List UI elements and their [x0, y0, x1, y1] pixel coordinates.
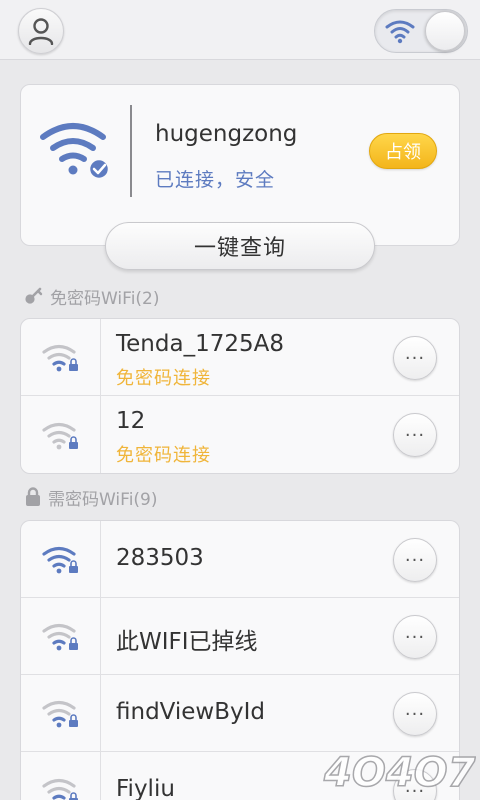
wifi-icon — [385, 20, 415, 44]
wifi-ssid: findViewById — [116, 699, 266, 725]
occupy-button[interactable]: 占领 — [369, 133, 437, 169]
wifi-toggle[interactable] — [374, 9, 468, 53]
more-options-button[interactable]: ··· — [393, 413, 437, 457]
list-item[interactable]: 12 免密码连接 ··· — [21, 396, 459, 473]
more-options-button[interactable]: ··· — [393, 538, 437, 582]
wifi-ssid: Fiyliu — [116, 776, 175, 800]
wifi-signal-icon — [41, 700, 78, 728]
top-bar — [0, 0, 480, 60]
wifi-ssid: 12 — [116, 408, 146, 434]
wifi-ssid: 283503 — [116, 545, 204, 571]
wifi-signal-icon — [41, 623, 78, 651]
wifi-ssid: 此WIFI已掉线 — [116, 629, 258, 655]
free-wifi-section-title: 免密码WiFi(2) — [50, 288, 160, 309]
card-divider — [130, 105, 132, 197]
wifi-subtitle: 免密码连接 — [116, 368, 211, 389]
more-options-button[interactable]: ··· — [393, 336, 437, 380]
wifi-connected-icon — [40, 123, 111, 181]
list-item[interactable]: 283503 ··· — [21, 521, 459, 598]
more-options-button[interactable]: ··· — [393, 692, 437, 736]
wifi-subtitle: 免密码连接 — [116, 445, 211, 466]
user-icon — [28, 18, 54, 45]
more-options-button[interactable]: ··· — [393, 615, 437, 659]
toggle-knob[interactable] — [425, 11, 465, 51]
watermark-text: 4O4O7.com — [323, 750, 476, 796]
locked-wifi-section-title: 需密码WiFi(9) — [48, 489, 158, 510]
user-profile-button[interactable] — [18, 8, 64, 54]
wifi-signal-icon — [41, 344, 78, 372]
list-item[interactable]: Tenda_1725A8 免密码连接 ··· — [21, 319, 459, 396]
free-wifi-list: Tenda_1725A8 免密码连接 ··· 12 免密码连接 ··· — [20, 318, 460, 474]
lock-icon — [24, 487, 42, 507]
free-wifi-section-header: 免密码WiFi(2) — [24, 284, 160, 309]
wifi-signal-icon — [41, 546, 78, 574]
wifi-signal-icon — [41, 422, 78, 449]
connected-ssid: hugengzong — [155, 121, 298, 147]
wifi-ssid: Tenda_1725A8 — [116, 331, 284, 357]
connection-status: 已连接，安全 — [155, 169, 276, 191]
list-item[interactable]: 此WIFI已掉线 ··· — [21, 598, 459, 675]
wifi-signal-icon — [41, 778, 78, 800]
locked-wifi-section-header: 需密码WiFi(9) — [24, 485, 158, 510]
key-icon — [24, 287, 44, 305]
list-item[interactable]: findViewById ··· — [21, 675, 459, 752]
one-click-query-button[interactable]: 一键查询 — [105, 222, 375, 270]
watermark-logo: 4O4O7.com — [322, 749, 476, 797]
